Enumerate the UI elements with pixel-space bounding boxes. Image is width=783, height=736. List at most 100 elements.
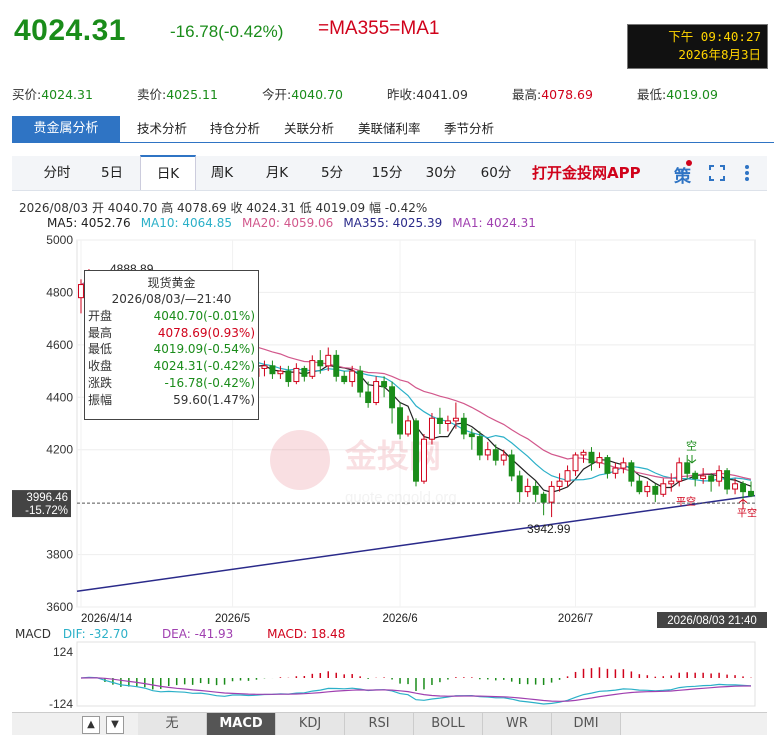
period-tab[interactable]: 5日 — [92, 156, 132, 190]
candle-body — [548, 485, 555, 503]
y-tick-label: 5000 — [46, 233, 73, 247]
candle — [285, 365, 292, 387]
period-tab[interactable]: 15分 — [362, 156, 412, 190]
y-tick-label: 4800 — [46, 285, 73, 299]
analysis-tab[interactable]: 贵金属分析 — [12, 116, 120, 142]
tooltip-row: 收盘 4024.31(-0.42%) — [85, 358, 258, 375]
candle — [572, 452, 579, 476]
candle-body — [277, 370, 284, 375]
indicator-tab[interactable]: RSI — [345, 713, 414, 735]
period-tab[interactable]: 月K — [252, 156, 302, 190]
cursor-percent: -15.72% — [25, 505, 68, 517]
candle-body — [676, 462, 683, 482]
candle-body — [373, 381, 380, 404]
candle — [620, 457, 627, 474]
candle-body — [269, 365, 276, 375]
quote-label: 今开: — [262, 87, 292, 102]
candle-body — [684, 462, 691, 474]
candle — [676, 457, 683, 487]
candle-body — [660, 483, 667, 495]
candle — [724, 468, 731, 495]
period-tab[interactable]: 分时 — [32, 156, 82, 190]
candle — [692, 470, 699, 487]
indicator-tab[interactable]: BOLL — [414, 713, 483, 735]
tooltip-key: 涨跌 — [88, 375, 113, 390]
candle-body — [508, 454, 515, 477]
open-app-link[interactable]: 打开金投网APP — [532, 156, 641, 190]
scroll-down-button[interactable]: ▼ — [106, 716, 124, 734]
quote-value: 4041.09 — [416, 87, 468, 102]
candle-body — [341, 375, 348, 383]
indicator-tab[interactable]: KDJ — [276, 713, 345, 735]
analysis-tab[interactable]: 持仓分析 — [210, 116, 260, 142]
candle-body — [532, 485, 539, 495]
tooltip-key: 最低 — [88, 342, 113, 357]
price-change: -16.78(-0.42%) — [170, 22, 284, 41]
watermark-url: quote.cngold.org — [345, 489, 457, 506]
candle-body — [325, 354, 332, 367]
period-tab[interactable]: 60分 — [470, 156, 522, 190]
indicator-tab[interactable]: WR — [483, 713, 552, 735]
x-tick-label: 2026/4/14 — [81, 613, 133, 625]
analysis-tab[interactable]: 美联储利率 — [358, 116, 421, 142]
tooltip-table: 开盘 4040.70(-0.01%) 最高 4078.69(0.93%) 最低 4019.… — [85, 308, 258, 408]
candle-body — [556, 480, 563, 487]
analysis-tab[interactable]: 季节分析 — [444, 116, 494, 142]
candle — [405, 415, 411, 437]
macd-chart[interactable]: 124 -124 — [0, 640, 783, 712]
candle — [668, 473, 675, 492]
candle-body — [317, 360, 324, 367]
low-annotation: 3942.99 — [527, 522, 571, 536]
tooltip-key: 振幅 — [88, 392, 113, 407]
indicator-tab[interactable]: DMI — [552, 713, 621, 735]
period-tab[interactable]: 30分 — [415, 156, 467, 190]
macd-y-tick: -124 — [49, 697, 73, 711]
watermark-circle — [270, 430, 330, 490]
scroll-up-button[interactable]: ▲ — [82, 716, 100, 734]
candle-body — [732, 483, 739, 490]
candle-body — [588, 451, 595, 464]
candle-body — [413, 420, 419, 482]
candle — [444, 415, 451, 432]
candle — [500, 449, 507, 466]
candle-body — [293, 367, 300, 383]
indicator-tab[interactable]: 无 — [138, 713, 207, 735]
candle — [604, 454, 611, 479]
period-tab[interactable]: 日K — [140, 155, 196, 190]
candle-body — [748, 490, 754, 497]
tooltip-value: 4040.70(-0.01%) — [153, 309, 255, 323]
tooltip-value: 4024.31(-0.42%) — [153, 359, 255, 374]
period-tab[interactable]: 5分 — [312, 156, 352, 190]
tooltip-value: 4078.69(0.93%) — [157, 325, 255, 340]
candle-body — [405, 420, 411, 435]
x-tick-label: 2026/5 — [215, 613, 250, 625]
y-tick-label: 4200 — [46, 443, 73, 457]
more-icon[interactable] — [744, 164, 750, 182]
analysis-tab[interactable]: 关联分析 — [284, 116, 334, 142]
fullscreen-icon[interactable] — [709, 165, 725, 181]
indicator-tab[interactable]: MACD — [207, 713, 276, 735]
y-tick-label: 4600 — [46, 338, 73, 352]
candle-body — [476, 436, 483, 456]
tooltip-value: -16.78(-0.42%) — [164, 375, 256, 390]
tooltip-key: 开盘 — [88, 309, 113, 323]
ma-legend-item: MA1: 4024.31 — [452, 216, 536, 230]
candle-body — [692, 472, 699, 480]
candle-body — [500, 454, 507, 461]
clock-time: 下午 09:40:27 — [668, 29, 761, 44]
candle — [413, 418, 419, 487]
close-short-marker-2: 平空 — [737, 507, 757, 520]
candle — [708, 473, 715, 492]
current-price: 4024.31 — [14, 14, 126, 47]
tooltip-value: 4019.09(-0.54%) — [153, 342, 255, 357]
period-tab[interactable]: 周K — [197, 156, 247, 190]
candle-body — [397, 407, 404, 435]
analysis-tab[interactable]: 技术分析 — [137, 116, 187, 142]
candle-body — [285, 370, 292, 383]
candle-body — [436, 417, 443, 424]
candle — [596, 452, 603, 469]
macd-value: MACD: 18.48 — [267, 627, 346, 641]
ma-legend: MA5: 4052.76 MA10: 4064.85 MA20: 4059.06 MA… — [47, 216, 546, 230]
candle — [484, 441, 491, 461]
quote-label: 卖价: — [137, 87, 167, 102]
